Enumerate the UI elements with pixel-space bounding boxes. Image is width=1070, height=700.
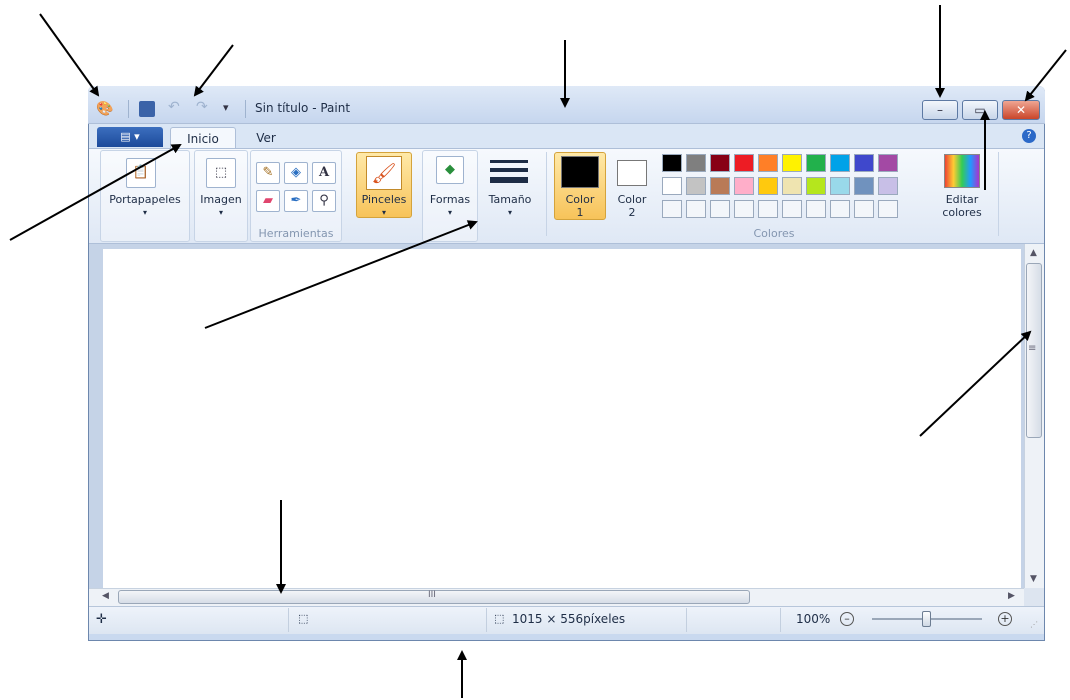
arrow-to-vertical-scrollbar [919, 330, 1032, 437]
arrow-to-quick-access [193, 44, 234, 97]
arrow-to-app-icon [39, 13, 100, 97]
arrow-to-close [1024, 49, 1067, 102]
annotation-arrows [9, 5, 1067, 698]
arrow-to-ribbon [204, 220, 478, 329]
arrow-to-menu-tab [9, 144, 182, 241]
